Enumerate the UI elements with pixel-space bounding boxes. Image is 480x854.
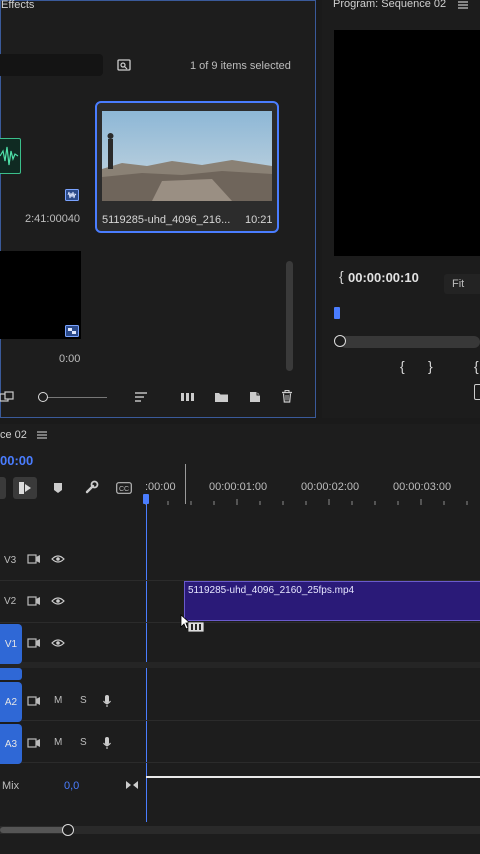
zoom-slider-track[interactable] xyxy=(43,397,107,398)
zoom-scrollbar-handle[interactable] xyxy=(334,335,346,347)
go-to-in-button[interactable]: { xyxy=(474,358,479,374)
trash-icon[interactable] xyxy=(281,390,293,403)
timeline-timecode[interactable]: 00:00 xyxy=(0,453,33,468)
ruler-label-0: :00:00 xyxy=(145,481,176,493)
mix-volume-value[interactable]: 0,0 xyxy=(64,780,79,792)
ruler-label-2: 00:00:02:00 xyxy=(301,481,360,493)
program-monitor-panel: Program: Sequence 02 { 00:00:00:10 Fit {… xyxy=(322,0,480,418)
sync-lock-icon[interactable] xyxy=(27,738,41,748)
solo-button[interactable]: S xyxy=(80,737,87,748)
sync-lock-icon[interactable] xyxy=(27,554,41,564)
panel-title: Effects xyxy=(1,0,35,11)
add-marker-icon[interactable] xyxy=(52,481,64,495)
microphone-icon[interactable] xyxy=(102,736,112,750)
sync-lock-icon[interactable] xyxy=(27,696,41,706)
timeline-panel: ce 02 00:00 CC :00:00 00:00:01:00 00:00:… xyxy=(0,424,480,854)
wrench-icon[interactable] xyxy=(84,480,99,495)
freeform-view-icon[interactable] xyxy=(0,391,17,403)
project-panel: Effects 1 of 9 items selected 2:41:00040… xyxy=(0,0,316,418)
panel-menu-icon[interactable] xyxy=(457,0,469,10)
items-selected-count: 1 of 9 items selected xyxy=(190,60,291,72)
track-label-a2: A2 xyxy=(4,696,18,708)
program-monitor-title: Program: Sequence 02 xyxy=(333,0,447,10)
black-item-duration: 0:00 xyxy=(59,353,81,365)
video-item-duration: 10:21 xyxy=(245,214,273,226)
microphone-icon[interactable] xyxy=(102,694,112,708)
track-label-v2[interactable]: V2 xyxy=(4,596,16,607)
mix-level-line xyxy=(146,776,480,778)
track-label-a3: A3 xyxy=(4,738,18,750)
drag-cursor-icon xyxy=(180,614,208,636)
ruler-label-3: 00:00:03:00 xyxy=(393,481,452,493)
track-label-v1: V1 xyxy=(4,638,18,650)
work-area-marker[interactable] xyxy=(185,464,186,504)
snap-button[interactable] xyxy=(13,477,37,499)
solo-button[interactable]: S xyxy=(80,695,87,706)
zoom-scrollbar-track[interactable] xyxy=(340,336,480,348)
new-bin-icon[interactable] xyxy=(214,391,229,403)
timeline-menu-icon[interactable] xyxy=(37,430,47,440)
mute-button[interactable]: M xyxy=(54,695,62,706)
mute-button[interactable]: M xyxy=(54,737,62,748)
sync-lock-icon[interactable] xyxy=(27,638,41,648)
svg-text:CC: CC xyxy=(119,486,129,493)
scrollbar-thumb[interactable] xyxy=(0,827,68,833)
program-video-viewer[interactable] xyxy=(334,30,480,256)
go-to-mix-icon[interactable] xyxy=(125,780,139,790)
scrollbar-handle[interactable] xyxy=(62,824,74,836)
ruler-ticks xyxy=(145,499,468,505)
video-item-card[interactable]: 5119285-uhd_4096_216... 10:21 xyxy=(95,101,279,233)
mix-label: Mix xyxy=(2,780,20,792)
clip-name: 5119285-uhd_4096_2160_25fps.mp4 xyxy=(188,585,355,596)
track-divider xyxy=(0,762,480,763)
program-timecode[interactable]: 00:00:00:10 xyxy=(348,270,419,285)
sort-icon[interactable] xyxy=(134,391,148,403)
automate-to-sequence-icon[interactable] xyxy=(180,391,196,403)
eye-icon[interactable] xyxy=(51,638,65,648)
video-thumbnail xyxy=(102,111,272,201)
eye-icon[interactable] xyxy=(51,554,65,564)
timeline-tab-label[interactable]: ce 02 xyxy=(0,429,27,441)
eye-icon[interactable] xyxy=(51,596,65,606)
ruler-label-1: 00:00:01:00 xyxy=(209,481,268,493)
mark-out-button[interactable]: } xyxy=(428,358,433,374)
track-target-a1[interactable] xyxy=(0,668,22,680)
toolbar-button-partial[interactable] xyxy=(0,477,6,499)
fit-label: Fit xyxy=(452,278,465,290)
sequence-type-icon xyxy=(65,325,79,337)
zoom-slider-handle[interactable] xyxy=(38,392,48,402)
mark-in-button[interactable]: { xyxy=(400,358,405,374)
audio-item-thumbnail[interactable] xyxy=(0,138,21,174)
video-audio-divider xyxy=(0,662,480,668)
audio-item-duration: 2:41:00040 xyxy=(25,213,81,225)
search-input[interactable] xyxy=(0,54,103,76)
audio-type-icon xyxy=(65,189,79,201)
track-label-v3[interactable]: V3 xyxy=(4,555,16,566)
track-divider xyxy=(0,720,480,721)
video-item-name: 5119285-uhd_4096_216... xyxy=(102,214,231,226)
track-source-a2[interactable]: A2 xyxy=(0,682,22,722)
export-frame-icon[interactable] xyxy=(474,384,480,400)
time-ruler[interactable]: :00:00 00:00:01:00 00:00:02:00 00:00:03:… xyxy=(145,464,480,506)
video-clip[interactable]: 5119285-uhd_4096_2160_25fps.mp4 xyxy=(184,581,480,621)
track-source-v1[interactable]: V1 xyxy=(0,624,22,664)
track-divider xyxy=(0,622,480,623)
captions-icon[interactable]: CC xyxy=(116,482,132,494)
track-source-a3[interactable]: A3 xyxy=(0,724,22,764)
playhead-marker[interactable] xyxy=(334,307,340,319)
sync-lock-icon[interactable] xyxy=(27,596,41,606)
in-point-bracket: { xyxy=(339,268,344,284)
new-item-icon[interactable] xyxy=(248,390,262,403)
search-bin-icon[interactable] xyxy=(117,59,131,71)
project-scrollbar[interactable] xyxy=(286,261,293,371)
